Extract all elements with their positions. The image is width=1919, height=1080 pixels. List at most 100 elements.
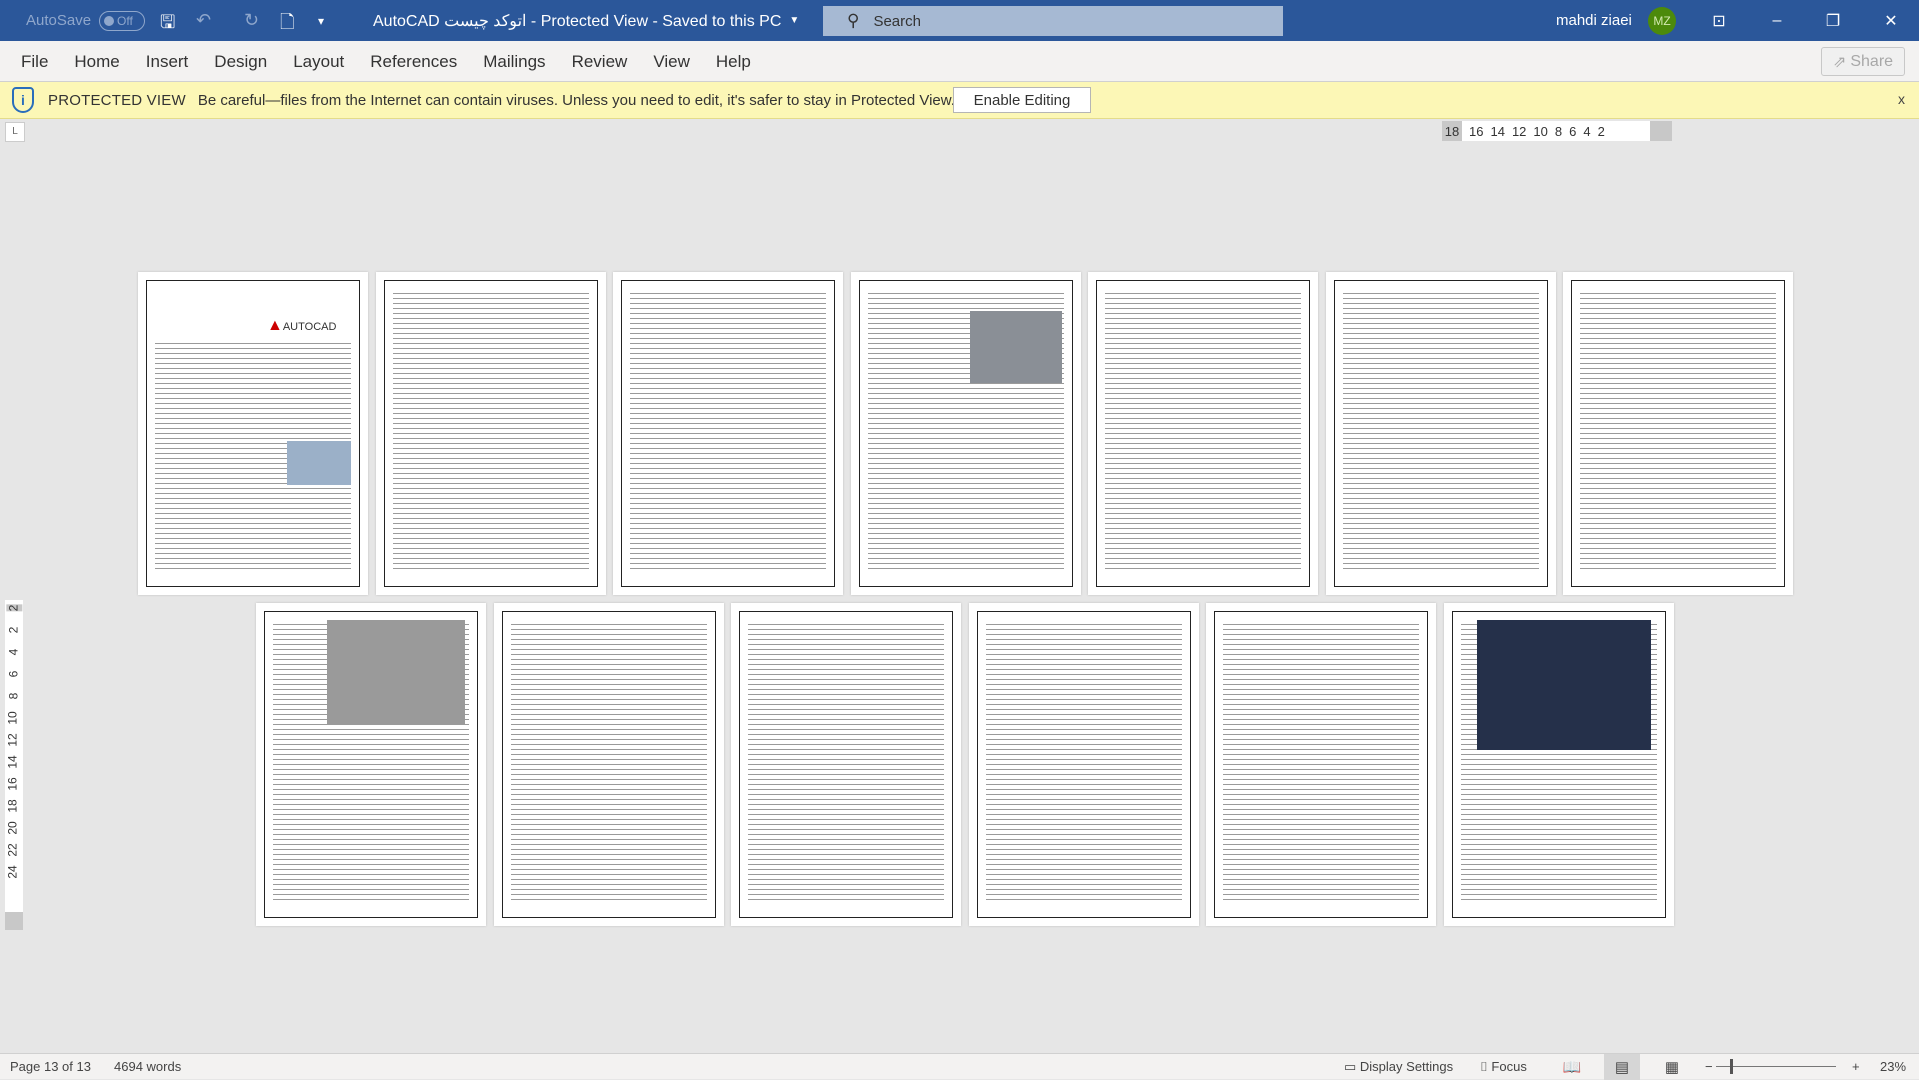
page-thumbnail-10[interactable] (731, 603, 961, 926)
tab-layout[interactable]: Layout (293, 52, 344, 72)
page-text (392, 291, 589, 570)
page-thumbnail-5[interactable] (1088, 272, 1318, 595)
tab-references[interactable]: References (370, 52, 457, 72)
page-thumbnail-1[interactable]: ▲AUTOCAD (138, 272, 368, 595)
page-border (621, 280, 835, 587)
page-border (739, 611, 953, 918)
share-icon: ⇗ (1832, 53, 1847, 71)
page-border (1214, 611, 1428, 918)
focus-button[interactable]: ⌷ Focus (1480, 1059, 1527, 1075)
title-bar: AutoSave Off 🖫 ↶ ↻ 🗋 ▾ AutoCAD اتوکد چیس… (0, 0, 1919, 41)
customize-toolbar-icon[interactable]: ▾ (318, 14, 324, 28)
zoom-slider-thumb[interactable] (1730, 1059, 1733, 1074)
ruler-mark: 8 (1554, 123, 1563, 139)
tab-home[interactable]: Home (74, 52, 119, 72)
ruler-mark: 12 (1511, 123, 1527, 139)
tab-view[interactable]: View (653, 52, 690, 72)
minimize-icon[interactable]: – (1754, 0, 1800, 41)
display-settings-label: Display Settings (1359, 1059, 1454, 1074)
ruler-mark: 12 (5, 733, 20, 747)
redo-icon[interactable]: ↻ (244, 10, 259, 31)
ribbon: File Home Insert Design Layout References Mail… (0, 41, 1919, 82)
page-text (985, 622, 1182, 901)
page-thumbnail-9[interactable] (493, 603, 724, 926)
word-count[interactable]: 4694 words (114, 1059, 181, 1074)
zoom-slider[interactable] (1716, 1066, 1836, 1067)
avatar[interactable]: MZ (1648, 7, 1676, 35)
autocad-logo: ▲AUTOCAD (267, 317, 347, 337)
tab-review[interactable]: Review (572, 52, 628, 72)
enable-editing-button[interactable]: Enable Editing (953, 87, 1091, 113)
display-settings-icon: ▭ (1344, 1059, 1360, 1074)
ruler-mark: 6 (1569, 123, 1577, 139)
page-border (383, 280, 598, 587)
ruler-mark: 14 (5, 755, 20, 769)
web-layout-icon[interactable]: ▦ (1654, 1054, 1690, 1080)
search-box[interactable]: ⚲ Search (823, 6, 1283, 36)
page-border (976, 611, 1191, 918)
horizontal-ruler[interactable]: 18 16 14 12 10 8 6 4 2 (1442, 121, 1672, 141)
zoom-level[interactable]: 23% (1880, 1059, 1906, 1074)
page-thumbnail-4[interactable] (850, 272, 1081, 595)
display-settings-button[interactable]: ▭ Display Settings (1344, 1059, 1453, 1075)
page-thumbnail-13[interactable] (1443, 603, 1674, 926)
page-text (1342, 291, 1539, 570)
ruler-mark: 10 (5, 711, 20, 725)
page-thumbnail-3[interactable] (613, 272, 843, 595)
search-icon: ⚲ (847, 11, 860, 30)
page-border (1571, 280, 1785, 587)
save-icon[interactable]: 🖫 (160, 10, 175, 40)
ruler-mark: 14 (1490, 123, 1505, 139)
focus-label: Focus (1491, 1059, 1527, 1074)
close-bar-icon[interactable]: x (1898, 91, 1905, 107)
restore-icon[interactable]: ❐ (1810, 0, 1856, 41)
status-bar: Page 13 of 13 4694 words ▭ Display Setti… (0, 1053, 1919, 1080)
tab-file[interactable]: File (21, 52, 48, 72)
tab-mailings[interactable]: Mailings (483, 52, 545, 72)
protected-view-message: Be careful—files from the Internet can c… (197, 91, 955, 109)
page-count[interactable]: Page 13 of 13 (10, 1059, 91, 1074)
zoom-out-button[interactable]: − (1705, 1059, 1713, 1074)
vertical-ruler[interactable]: 2 2 4 6 8 10 12 14 16 18 20 22 24 (5, 600, 23, 930)
close-icon[interactable]: ✕ (1868, 0, 1914, 41)
page-thumbnail-7[interactable] (1563, 272, 1793, 595)
page-thumbnail-2[interactable] (375, 272, 606, 595)
ruler-mark: 6 (6, 670, 20, 678)
autosave-label: AutoSave (26, 12, 92, 29)
page-thumbnail-8[interactable] (256, 603, 486, 926)
3d-part-image (327, 620, 465, 724)
tab-design[interactable]: Design (214, 52, 267, 72)
page-text (1580, 291, 1776, 570)
page-border (264, 611, 478, 918)
ruler-mark: 10 (1533, 123, 1548, 139)
page-thumbnail-6[interactable] (1325, 272, 1556, 595)
ruler-mark: 24 (5, 865, 20, 879)
undo-icon[interactable]: ↶ (196, 10, 211, 31)
zoom-in-button[interactable]: + (1852, 1059, 1860, 1074)
page-thumbnail-11[interactable] (968, 603, 1199, 926)
document-title[interactable]: AutoCAD اتوکد چیست - Protected View - Sa… (373, 0, 799, 41)
3d-surface-image (1476, 620, 1651, 750)
focus-icon: ⌷ (1480, 1059, 1492, 1074)
shield-info-icon: i (12, 87, 34, 113)
user-name[interactable]: mahdi ziaei (1556, 0, 1632, 41)
new-document-icon[interactable]: 🗋 (280, 10, 294, 40)
ribbon-display-options-icon[interactable]: ⊡ (1696, 0, 1742, 41)
share-button[interactable]: ⇗ Share (1821, 47, 1905, 76)
ruler-mark: 18 (5, 799, 20, 813)
print-layout-icon[interactable]: ▤ (1604, 1054, 1640, 1080)
page-border (1096, 280, 1310, 587)
toggle-switch[interactable]: Off (99, 10, 146, 31)
read-mode-icon[interactable]: 📖 (1554, 1054, 1590, 1080)
tab-insert[interactable]: Insert (146, 52, 189, 72)
page-border (501, 611, 716, 918)
ruler-mark: 16 (1469, 123, 1484, 139)
page-text (510, 622, 707, 901)
tab-help[interactable]: Help (716, 52, 751, 72)
page-thumbnail-12[interactable] (1206, 603, 1436, 926)
page-border: ▲AUTOCAD (146, 280, 360, 587)
ruler-mark: 8 (6, 692, 20, 700)
drawing-image (287, 441, 351, 485)
autosave-toggle[interactable]: AutoSave Off (26, 0, 146, 41)
tab-selector[interactable]: L (5, 122, 25, 142)
